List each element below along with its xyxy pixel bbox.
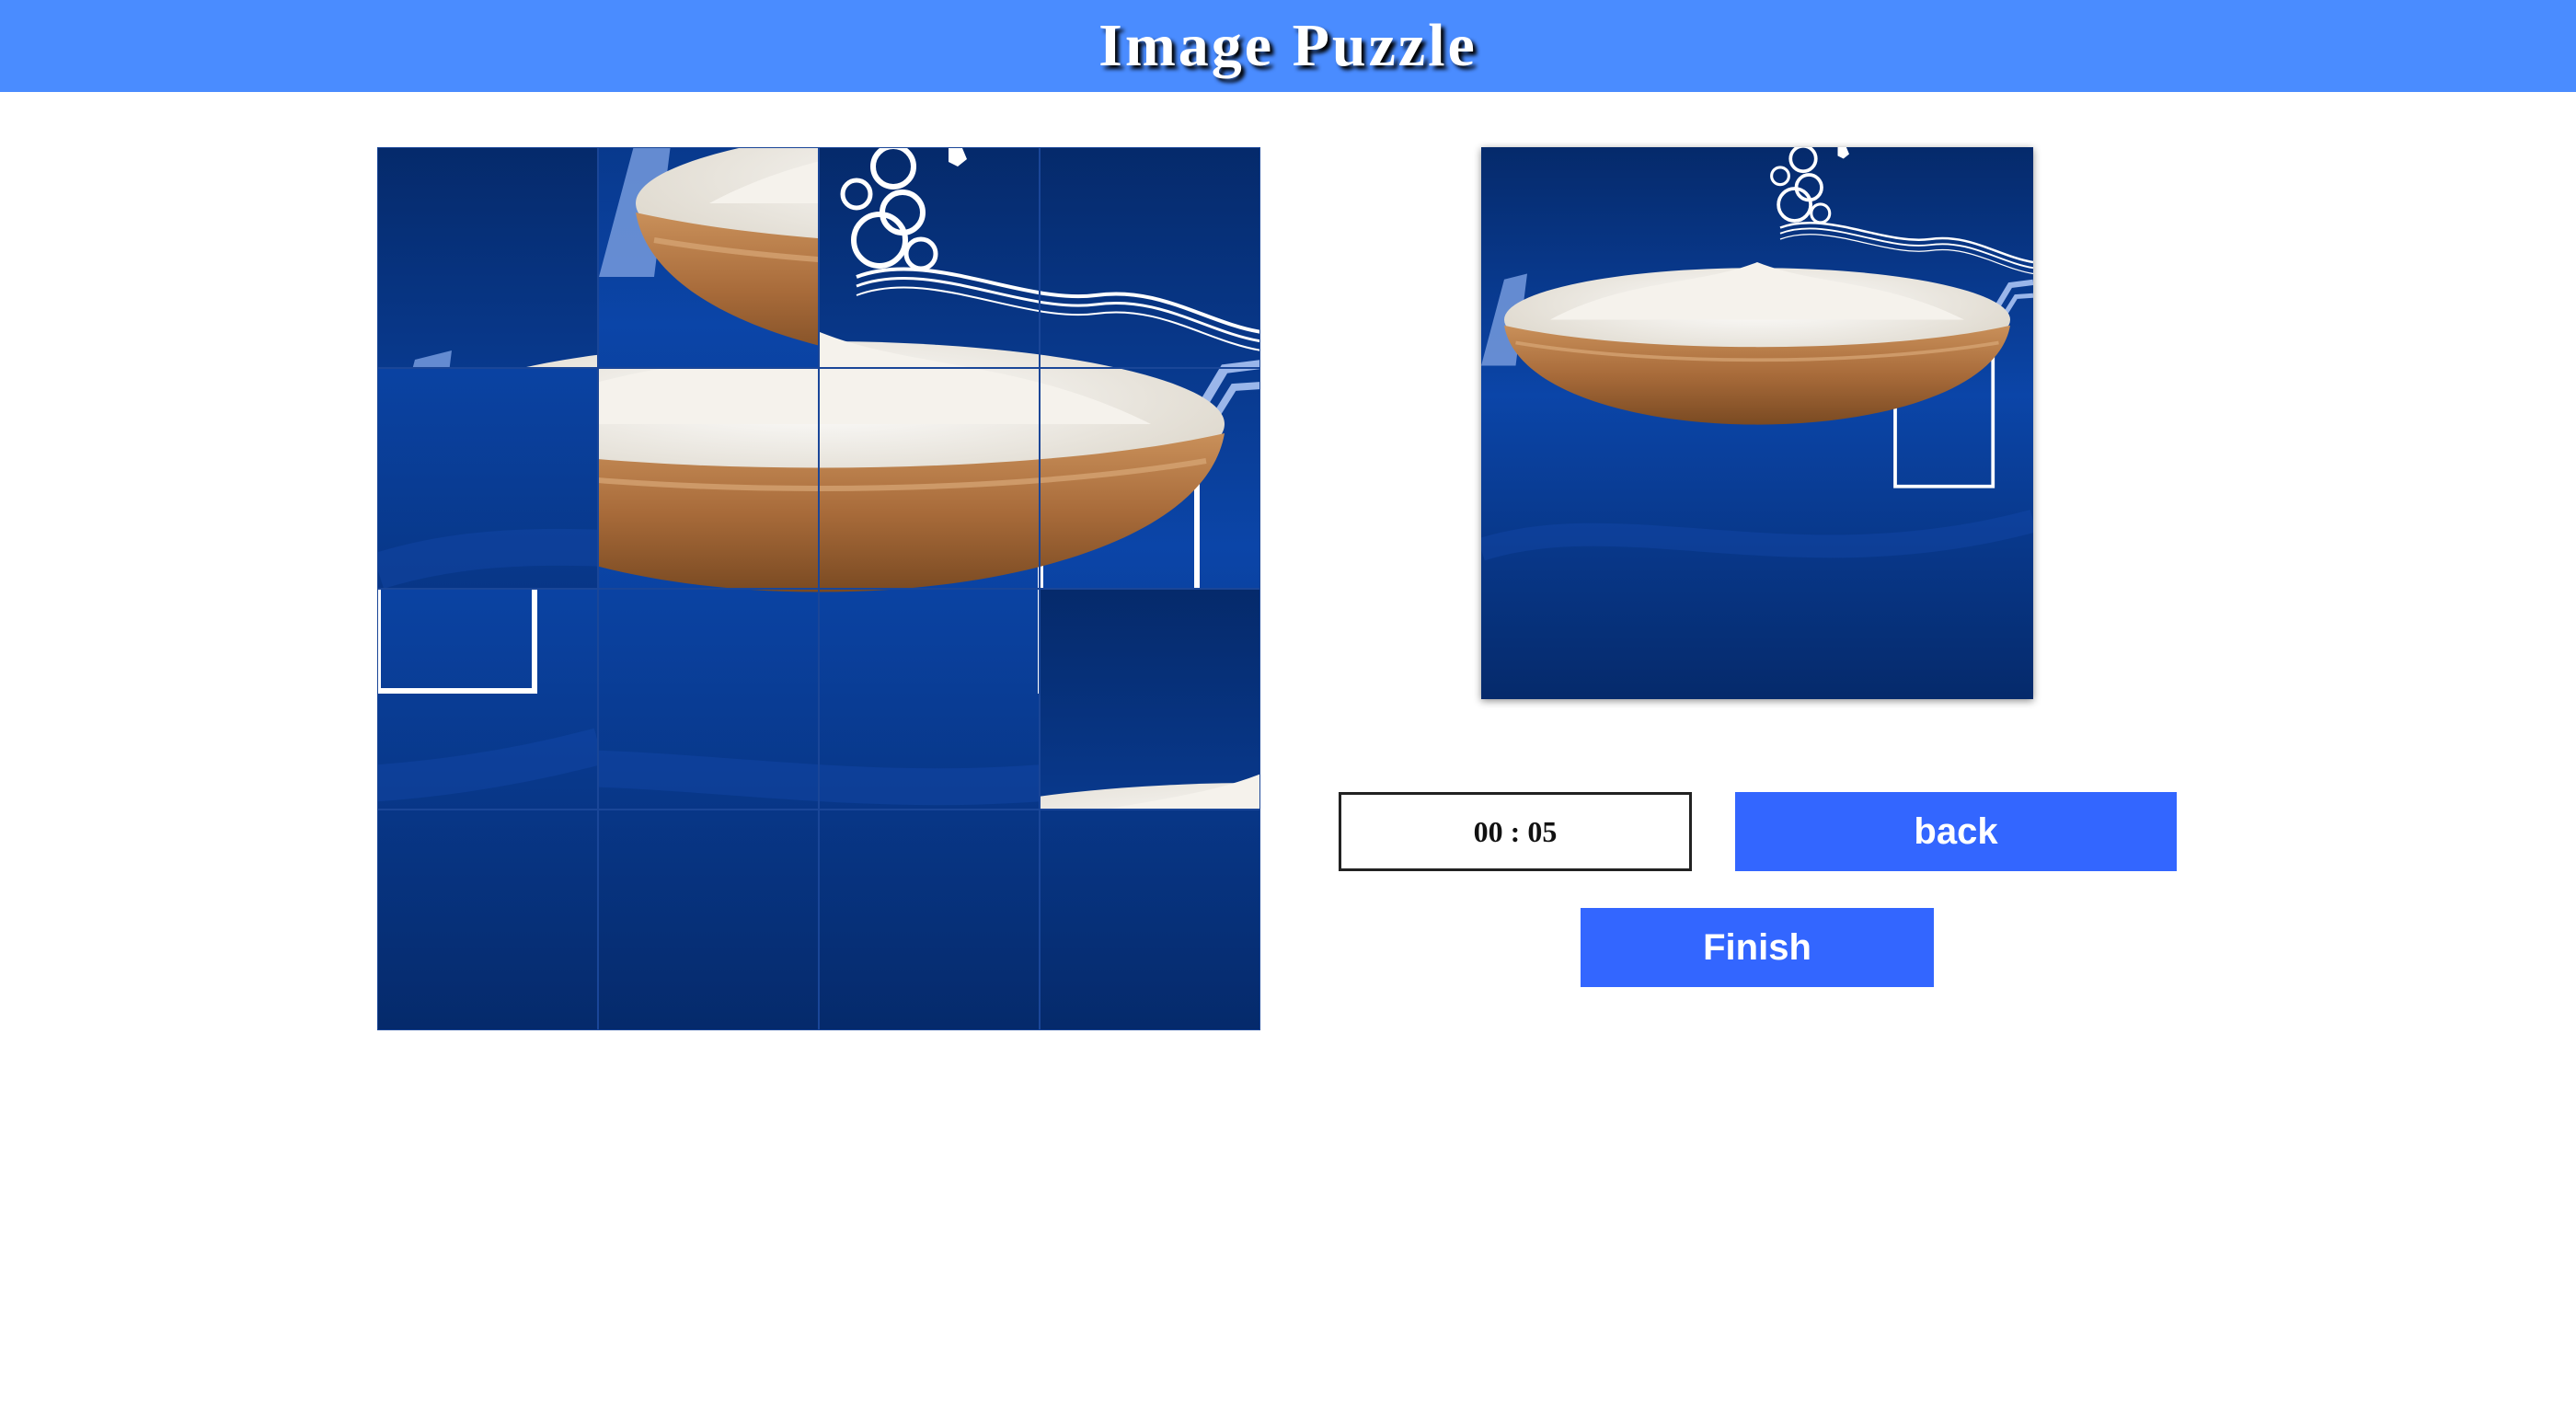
puzzle-tile-image (599, 810, 819, 1030)
puzzle-tile-image (1041, 369, 1260, 589)
puzzle-tile[interactable] (819, 589, 1040, 810)
puzzle-tile[interactable] (819, 368, 1040, 589)
puzzle-tile[interactable] (1040, 810, 1260, 1030)
puzzle-tile[interactable] (819, 147, 1040, 368)
reference-image (1481, 147, 2033, 699)
puzzle-board (377, 147, 1260, 1030)
puzzle-tile[interactable] (377, 368, 598, 589)
puzzle-tile-image (820, 148, 1040, 368)
puzzle-tile[interactable] (598, 368, 819, 589)
puzzle-tile[interactable] (1040, 589, 1260, 810)
puzzle-tile[interactable] (377, 147, 598, 368)
puzzle-tile-image (378, 810, 598, 1030)
puzzle-tile-image (1041, 810, 1260, 1030)
puzzle-tile-image (1041, 590, 1260, 810)
puzzle-tile[interactable] (598, 810, 819, 1030)
puzzle-tile[interactable] (377, 810, 598, 1030)
puzzle-tile[interactable] (598, 147, 819, 368)
puzzle-tile-image (1041, 148, 1260, 368)
puzzle-tile-image (599, 148, 819, 368)
puzzle-tile[interactable] (819, 810, 1040, 1030)
timer-display: 00 : 05 (1339, 792, 1692, 871)
page-title: Image Puzzle (1098, 12, 1478, 79)
app-header: Image Puzzle (0, 0, 2576, 92)
puzzle-tile-image (820, 810, 1040, 1030)
puzzle-tile-image (378, 148, 598, 368)
puzzle-tile[interactable] (1040, 147, 1260, 368)
puzzle-tile[interactable] (377, 589, 598, 810)
puzzle-tile-image (378, 369, 598, 589)
back-button[interactable]: back (1735, 792, 2177, 871)
puzzle-tile-image (820, 590, 1040, 810)
puzzle-tile[interactable] (1040, 368, 1260, 589)
puzzle-tile-image (599, 590, 819, 810)
finish-button[interactable]: Finish (1581, 908, 1934, 987)
puzzle-tile-image (820, 369, 1040, 589)
puzzle-tile-image (378, 590, 598, 810)
puzzle-tile-image (599, 369, 819, 589)
puzzle-tile[interactable] (598, 589, 819, 810)
